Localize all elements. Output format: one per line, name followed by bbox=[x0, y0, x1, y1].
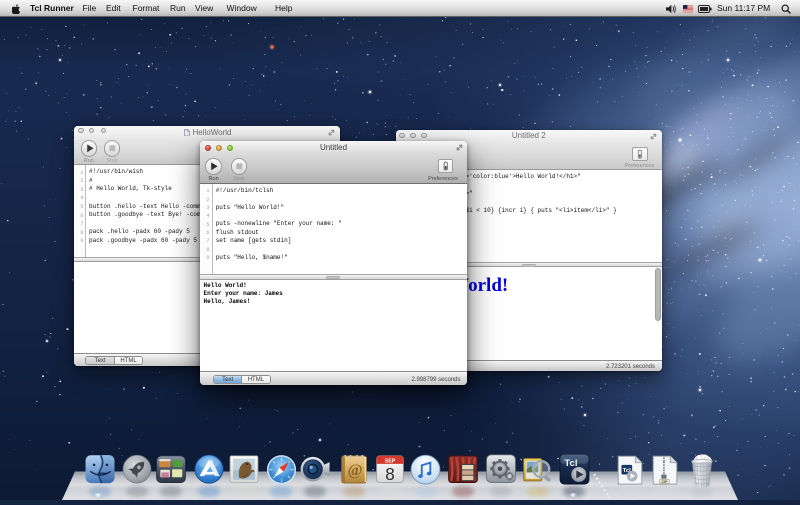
svg-text:@: @ bbox=[347, 462, 362, 479]
svg-text:ZIP: ZIP bbox=[661, 480, 667, 484]
svg-text:8: 8 bbox=[385, 465, 395, 484]
svg-text:SEP: SEP bbox=[384, 458, 395, 464]
svg-text:Tcl: Tcl bbox=[564, 458, 577, 469]
